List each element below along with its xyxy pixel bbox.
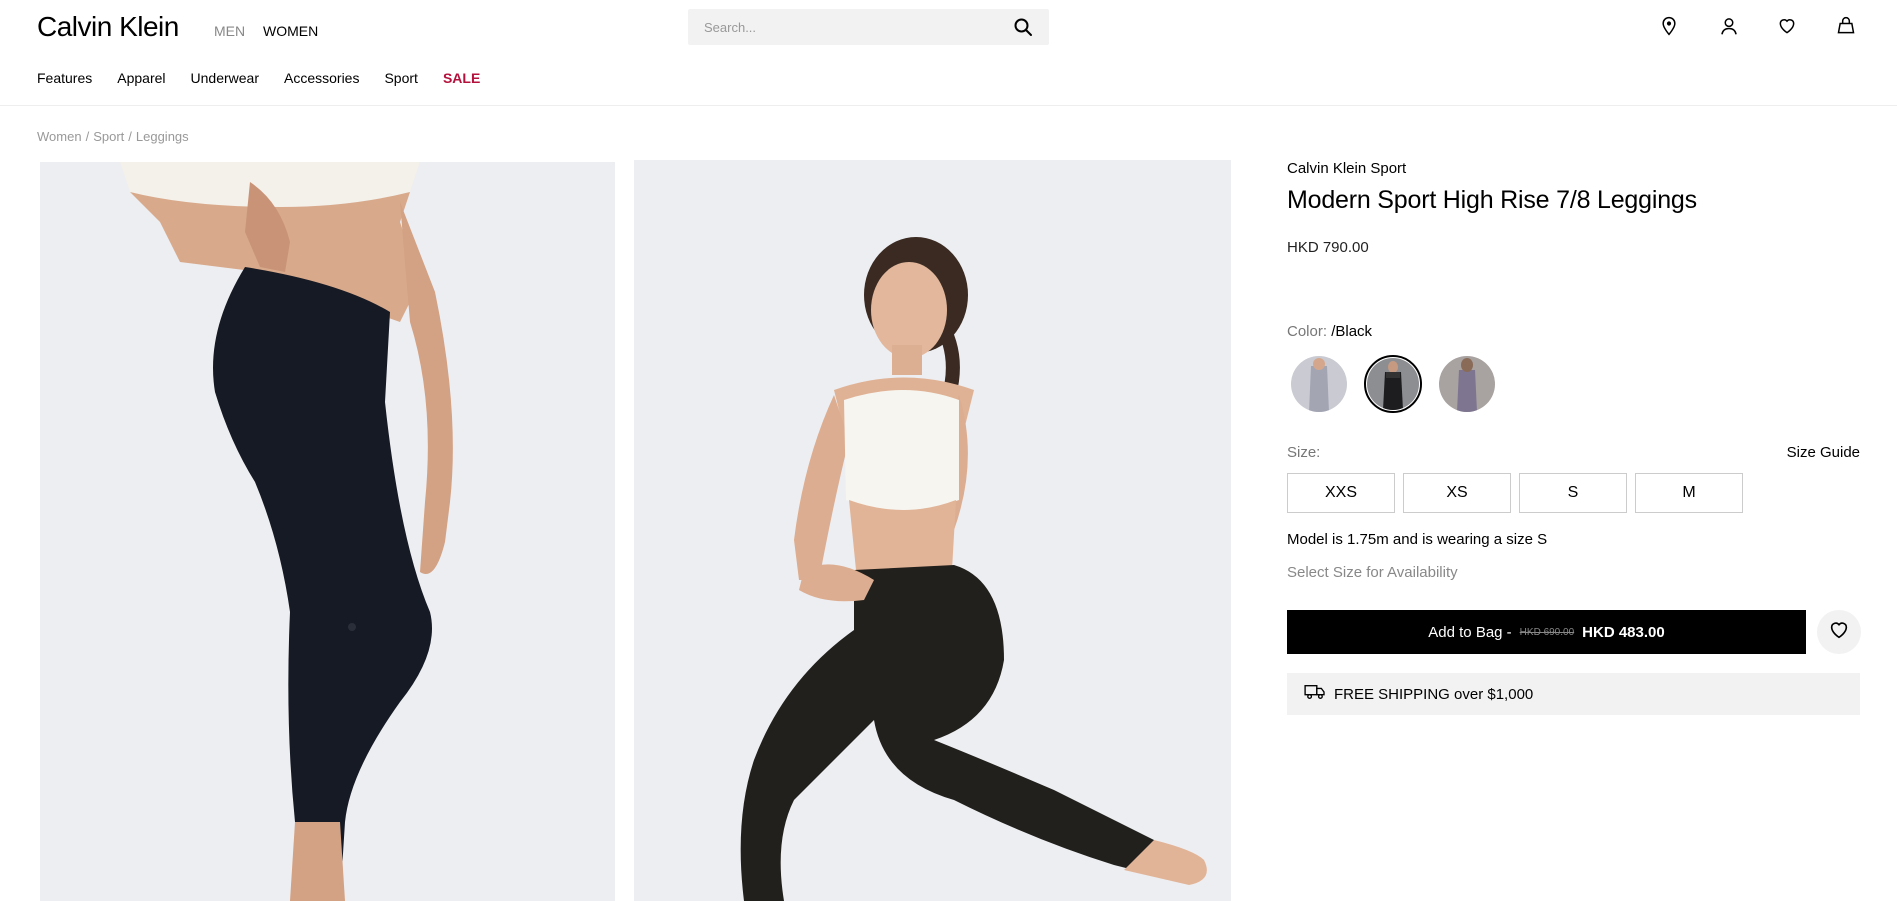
sale-price: HKD 483.00: [1582, 623, 1665, 641]
color-swatch-purple-grey[interactable]: [1438, 355, 1496, 413]
nav-item-features[interactable]: Features: [37, 70, 92, 86]
swatch-thumbnail: [1439, 356, 1495, 412]
breadcrumb-leggings[interactable]: Leggings: [136, 129, 189, 144]
size-option-xs[interactable]: XS: [1403, 473, 1511, 513]
color-swatch-light-grey[interactable]: [1290, 355, 1348, 413]
shipping-banner: FREE SHIPPING over $1,000: [1287, 673, 1860, 715]
gender-women-link[interactable]: WOMEN: [263, 23, 318, 39]
swatch-thumbnail: [1367, 358, 1419, 410]
nav-item-accessories[interactable]: Accessories: [284, 70, 359, 86]
color-swatches: [1290, 355, 1496, 413]
site-header: Calvin Klein MEN WOMEN Features Apparel …: [0, 0, 1897, 106]
breadcrumb-sport[interactable]: Sport: [93, 129, 124, 144]
heart-icon: [1828, 619, 1850, 646]
account-icon[interactable]: [1717, 14, 1741, 38]
location-icon[interactable]: [1657, 14, 1681, 38]
breadcrumb-separator: /: [128, 129, 132, 144]
nav-item-apparel[interactable]: Apparel: [117, 70, 165, 86]
breadcrumb-women[interactable]: Women: [37, 129, 82, 144]
color-selector-label: Color: /Black: [1287, 323, 1372, 340]
product-price: HKD 790.00: [1287, 239, 1369, 256]
wishlist-icon[interactable]: [1775, 14, 1799, 38]
size-label: Size:: [1287, 444, 1321, 461]
product-title: Modern Sport High Rise 7/8 Leggings: [1287, 186, 1697, 214]
color-value: /Black: [1331, 323, 1373, 340]
main-nav: Features Apparel Underwear Accessories S…: [37, 70, 480, 86]
add-to-bag-button[interactable]: Add to Bag - HKD 690.00 HKD 483.00: [1287, 610, 1806, 654]
gender-men-link[interactable]: MEN: [214, 23, 245, 39]
add-to-wishlist-button[interactable]: [1817, 610, 1861, 654]
size-option-s[interactable]: S: [1519, 473, 1627, 513]
product-image-front[interactable]: [40, 162, 615, 901]
bag-icon[interactable]: [1834, 14, 1858, 38]
breadcrumb-separator: /: [85, 129, 90, 144]
search-bar: [688, 9, 1049, 45]
shipping-text: FREE SHIPPING over $1,000: [1334, 685, 1534, 703]
product-brand: Calvin Klein Sport: [1287, 160, 1407, 177]
model-size-note: Model is 1.75m and is wearing a size S: [1287, 531, 1548, 548]
size-guide-link[interactable]: Size Guide: [1787, 444, 1860, 461]
availability-note: Select Size for Availability: [1287, 564, 1458, 581]
color-swatch-black[interactable]: [1364, 355, 1422, 413]
search-icon[interactable]: [1013, 17, 1033, 37]
product-image-pose[interactable]: [634, 160, 1231, 901]
brand-logo[interactable]: Calvin Klein: [37, 11, 179, 43]
nav-item-underwear[interactable]: Underwear: [191, 70, 259, 86]
search-input[interactable]: [704, 19, 1013, 35]
delivery-truck-icon: [1304, 683, 1326, 705]
swatch-thumbnail: [1291, 356, 1347, 412]
original-price: HKD 690.00: [1519, 626, 1575, 638]
breadcrumb: Women / Sport / Leggings: [37, 129, 189, 144]
nav-item-sale[interactable]: SALE: [443, 70, 480, 86]
size-option-xxs[interactable]: XXS: [1287, 473, 1395, 513]
color-label: Color:: [1287, 323, 1328, 340]
size-options: XXS XS S M: [1287, 473, 1743, 513]
nav-item-sport[interactable]: Sport: [384, 70, 417, 86]
size-option-m[interactable]: M: [1635, 473, 1743, 513]
add-to-bag-label: Add to Bag -: [1428, 623, 1512, 641]
